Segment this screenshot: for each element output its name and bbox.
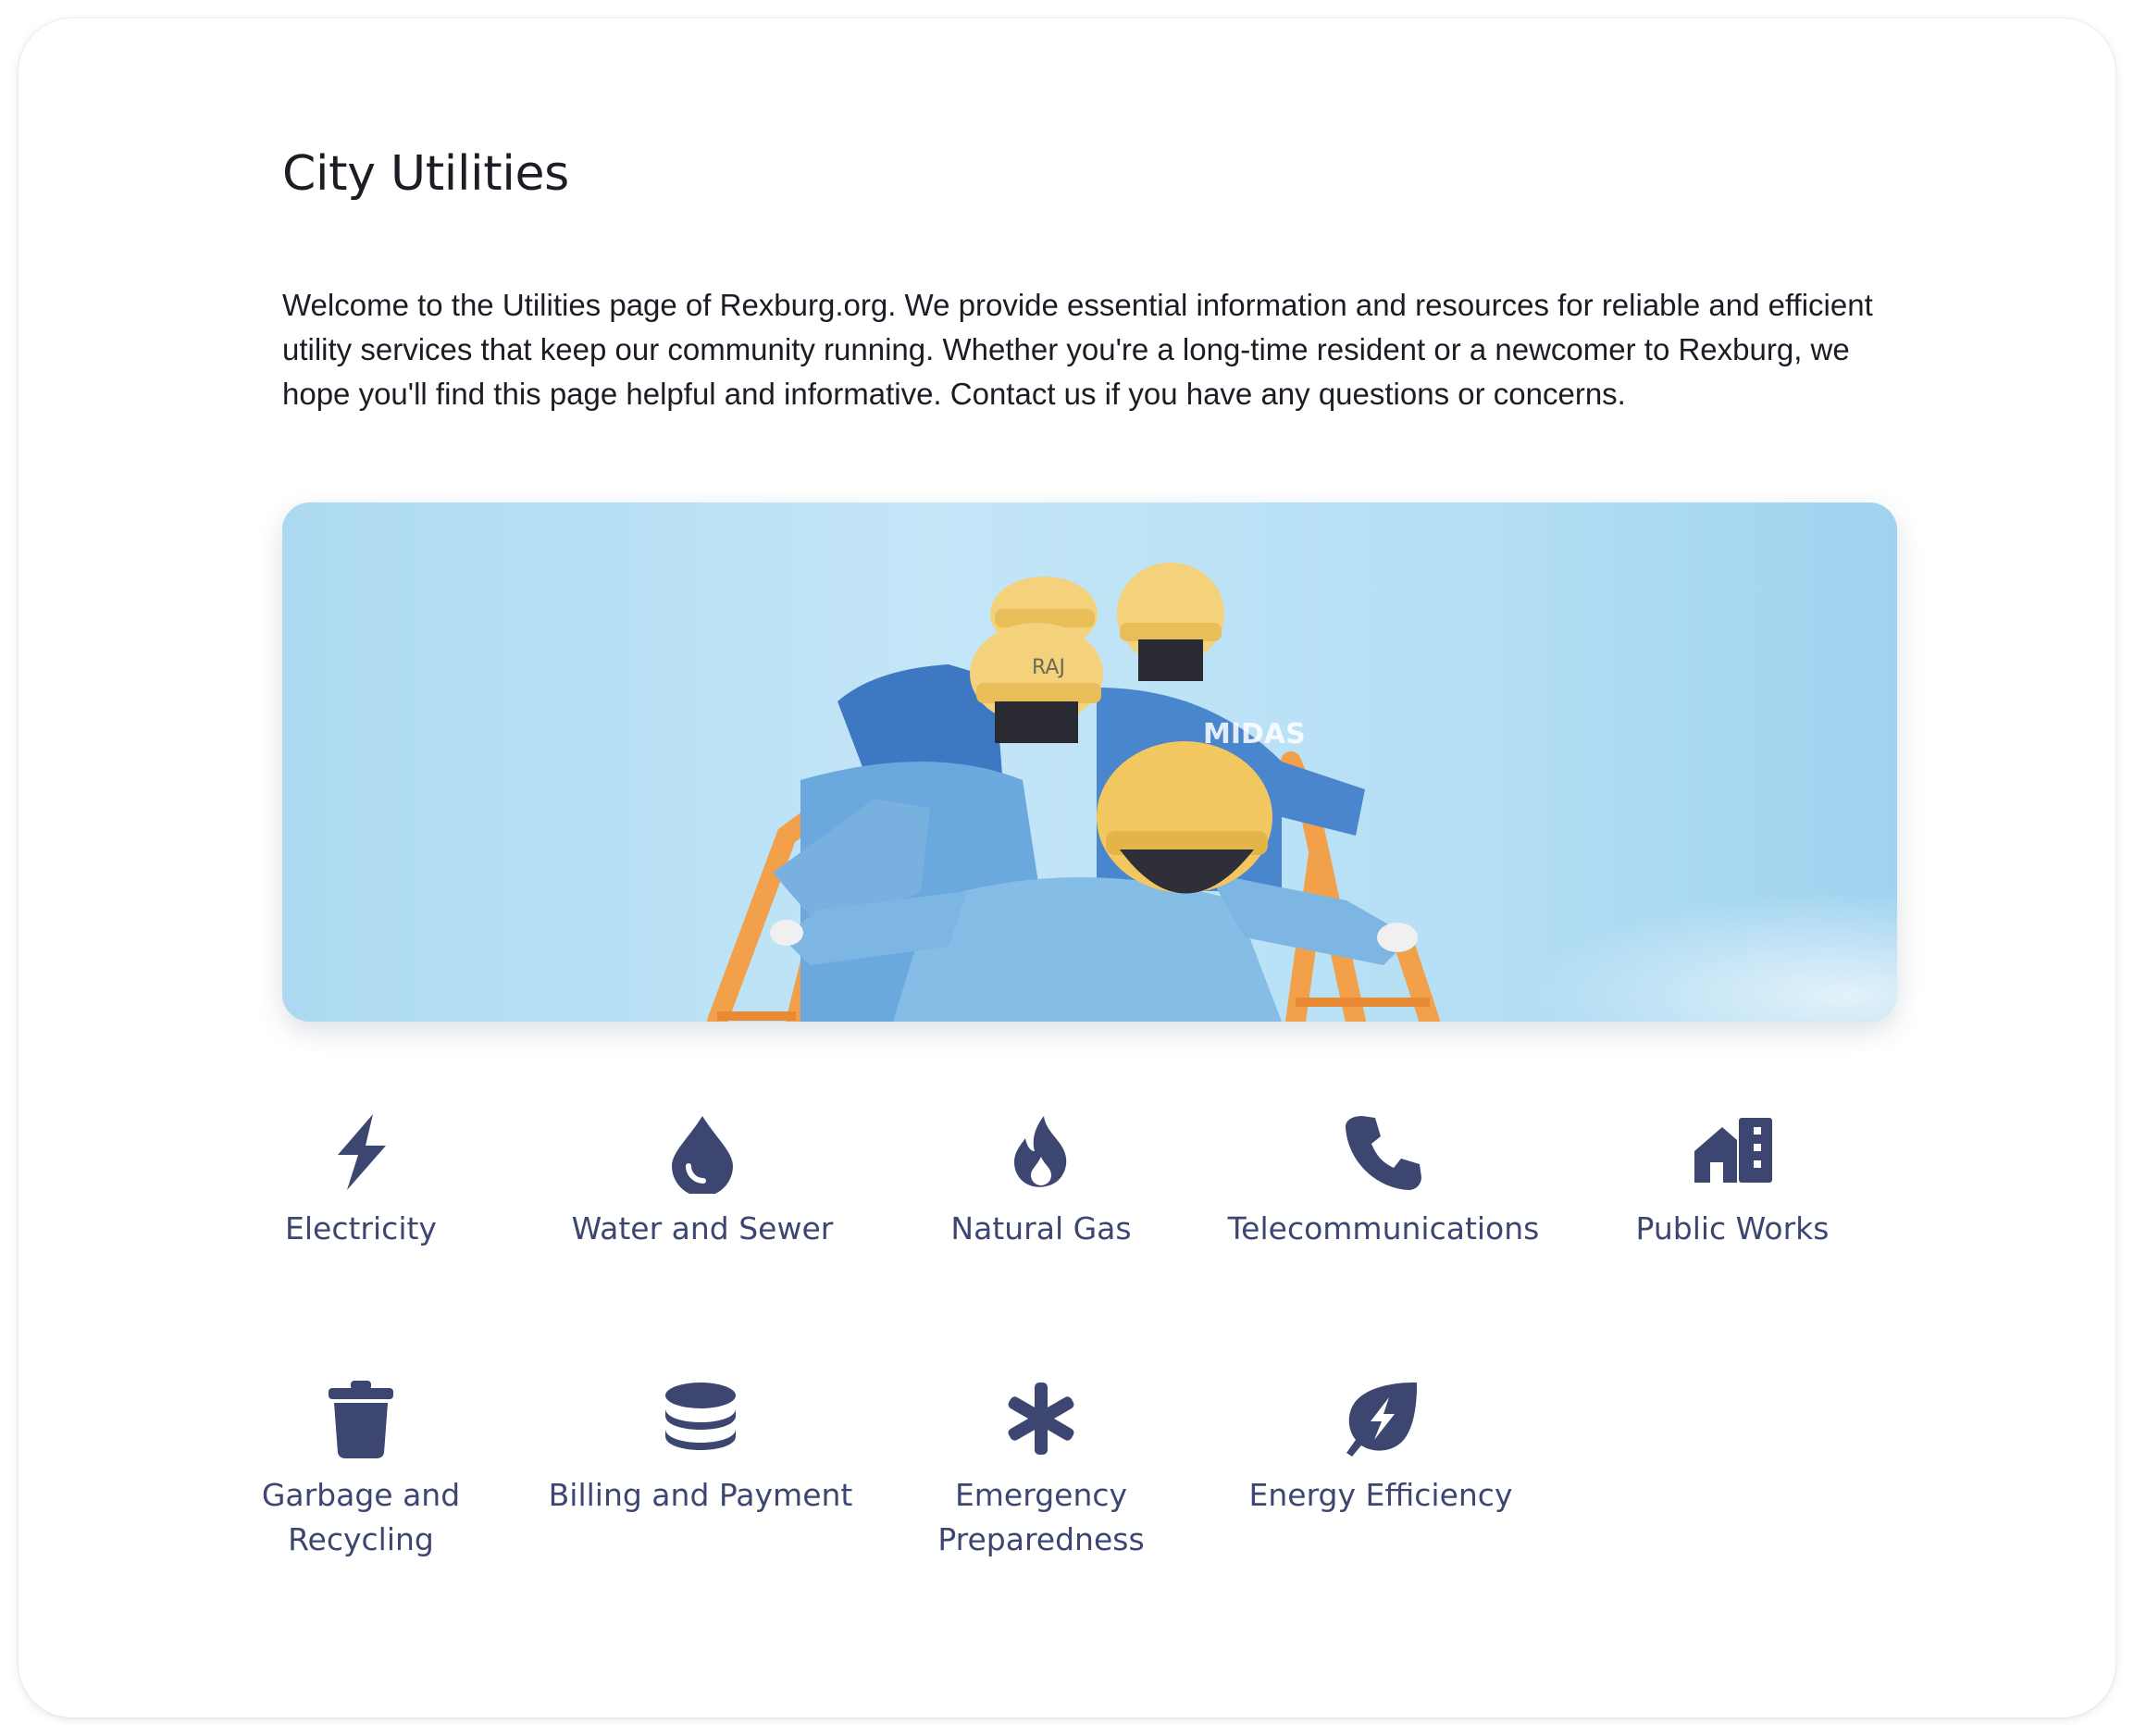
service-label: Garbage and Recycling	[261, 1477, 461, 1557]
service-label: Electricity	[285, 1210, 437, 1246]
service-natural-gas[interactable]: Natural Gas	[875, 1110, 1208, 1251]
fire-icon	[999, 1110, 1083, 1194]
service-billing-payment[interactable]: Billing and Payment	[534, 1377, 867, 1518]
asterisk-icon	[999, 1377, 1083, 1460]
service-emergency-preparedness[interactable]: Emergency Preparedness	[875, 1377, 1208, 1562]
utilities-card: City Utilities Welcome to the Utilities …	[19, 19, 2115, 1717]
city-building-icon	[1691, 1110, 1774, 1194]
leaf-bolt-icon	[1339, 1377, 1422, 1460]
service-water-sewer[interactable]: Water and Sewer	[536, 1110, 869, 1251]
coins-stack-icon	[659, 1377, 742, 1460]
service-label: Natural Gas	[950, 1210, 1132, 1246]
service-label: Telecommunications	[1227, 1210, 1540, 1246]
bolt-icon	[319, 1110, 403, 1194]
service-label: Public Works	[1635, 1210, 1830, 1246]
service-label: Emergency Preparedness	[937, 1477, 1145, 1557]
service-energy-efficiency[interactable]: Energy Efficiency	[1214, 1377, 1547, 1518]
service-garbage-recycling[interactable]: Garbage and Recycling	[194, 1377, 527, 1562]
service-electricity[interactable]: Electricity	[194, 1110, 527, 1251]
hero-image: MIDAS RAJ	[282, 502, 1897, 1022]
svg-text:MIDAS: MIDAS	[1203, 718, 1306, 750]
page-title: City Utilities	[282, 146, 569, 202]
droplet-icon	[661, 1110, 744, 1194]
phone-icon	[1342, 1110, 1425, 1194]
trash-can-icon	[319, 1377, 403, 1460]
intro-paragraph: Welcome to the Utilities page of Rexburg…	[282, 288, 1873, 411]
service-label: Billing and Payment	[548, 1477, 853, 1513]
service-label: Energy Efficiency	[1248, 1477, 1513, 1513]
service-label: Water and Sewer	[571, 1210, 834, 1246]
svg-text:RAJ: RAJ	[1032, 656, 1065, 679]
service-telecommunications[interactable]: Telecommunications	[1217, 1110, 1550, 1251]
service-public-works[interactable]: Public Works	[1566, 1110, 1899, 1251]
